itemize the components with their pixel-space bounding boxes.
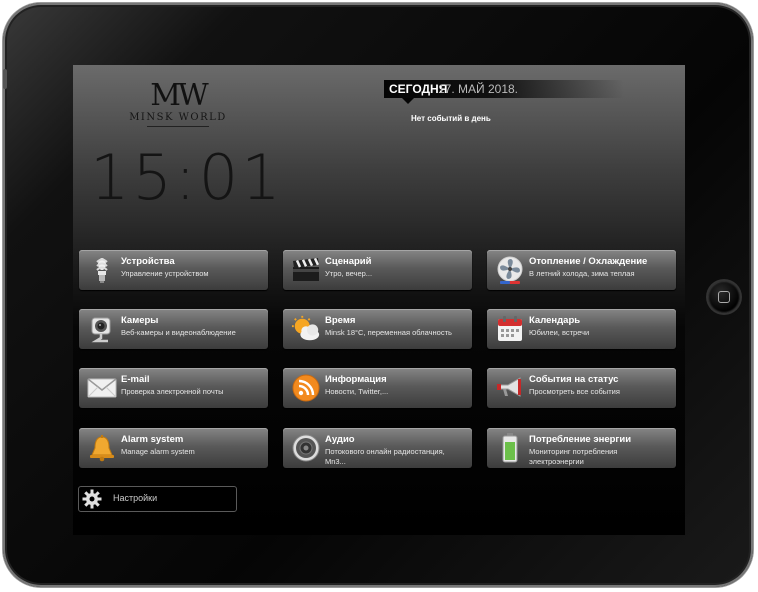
tile-email[interactable]: E-mail Проверка электронной почты bbox=[79, 368, 268, 408]
tile-weather[interactable]: Время Minsk 18°C, переменная облачность bbox=[283, 309, 472, 349]
tile-audio[interactable]: Аудио Потокового онлайн радиостанция, Mn… bbox=[283, 428, 472, 468]
logo-underline bbox=[147, 126, 209, 127]
tile-subtitle: Управление устройством bbox=[121, 269, 209, 278]
gear-icon bbox=[81, 488, 103, 510]
tile-calendar[interactable]: Календарь Юбилеи, встречи bbox=[487, 309, 676, 349]
tile-energy-consumption[interactable]: Потребление энергии Мониторинг потреблен… bbox=[487, 428, 676, 468]
tile-subtitle: Веб-камеры и видеонаблюдение bbox=[121, 328, 236, 337]
tile-information[interactable]: Информация Новости, Twitter,... bbox=[283, 368, 472, 408]
tile-subtitle: Просмотреть все события bbox=[529, 387, 620, 396]
home-button[interactable] bbox=[708, 281, 740, 313]
tile-scenario[interactable]: Сценарий Утро, вечер... bbox=[283, 250, 472, 290]
tile-alarm-system[interactable]: Alarm system Manage alarm system bbox=[79, 428, 268, 468]
camera-icon bbox=[87, 314, 117, 344]
no-events-text: Нет событий в день bbox=[411, 114, 491, 123]
tile-status-events[interactable]: События на статус Просмотреть все событи… bbox=[487, 368, 676, 408]
settings-label: Настройки bbox=[113, 493, 158, 503]
tile-title: Устройства bbox=[121, 256, 175, 267]
battery-icon bbox=[495, 433, 525, 463]
logo: MW MINSK WORLD bbox=[128, 79, 228, 127]
tile-subtitle: Minsk 18°C, переменная облачность bbox=[325, 328, 452, 337]
tile-title: Alarm system bbox=[121, 434, 184, 445]
logo-mark: MW bbox=[150, 78, 209, 113]
tile-subtitle: Потокового онлайн радиостанция, Mn3... bbox=[325, 447, 445, 466]
side-button[interactable] bbox=[3, 69, 7, 89]
speaker-icon bbox=[291, 433, 321, 463]
tile-title: Отопление / Охлаждение bbox=[529, 256, 648, 267]
tile-title: Информация bbox=[325, 374, 387, 385]
lightbulb-icon bbox=[87, 255, 117, 285]
envelope-icon bbox=[87, 373, 117, 403]
tile-subtitle: Manage alarm system bbox=[121, 447, 195, 456]
home-square-icon bbox=[718, 291, 730, 303]
fan-icon bbox=[495, 255, 525, 285]
tile-title: Время bbox=[325, 315, 356, 326]
bell-icon bbox=[87, 433, 117, 463]
tile-title: Календарь bbox=[529, 315, 581, 326]
tile-title: События на статус bbox=[529, 374, 619, 385]
rss-icon bbox=[291, 373, 321, 403]
tile-title: Сценарий bbox=[325, 256, 372, 267]
tile-heating-cooling[interactable]: Отопление / Охлаждение В летний холода, … bbox=[487, 250, 676, 290]
megaphone-icon bbox=[495, 373, 525, 403]
tile-cameras[interactable]: Камеры Веб-камеры и видеонаблюдение bbox=[79, 309, 268, 349]
calendar-date-bar[interactable]: СЕГОДНЯ 17. МАЙ 2018. bbox=[384, 80, 624, 104]
tile-subtitle: Проверка электронной почты bbox=[121, 387, 224, 396]
weather-icon bbox=[291, 314, 321, 344]
tile-subtitle: В летний холода, зима теплая bbox=[529, 269, 635, 278]
date-bar-pointer bbox=[402, 98, 414, 104]
tile-subtitle: Новости, Twitter,... bbox=[325, 387, 389, 396]
clapperboard-icon bbox=[291, 255, 321, 285]
tile-title: Аудио bbox=[325, 434, 355, 445]
calendar-icon bbox=[495, 314, 525, 344]
tile-subtitle: Юбилеи, встречи bbox=[529, 328, 590, 337]
screen: MW MINSK WORLD 15:01 СЕГОДНЯ 17. МАЙ 201… bbox=[73, 65, 685, 535]
clock-time: 15:01 bbox=[90, 141, 284, 214]
settings-button[interactable]: Настройки bbox=[78, 486, 237, 512]
tile-title: Потребление энергии bbox=[529, 434, 632, 445]
tile-subtitle: Утро, вечер... bbox=[325, 269, 373, 278]
current-date: 17. МАЙ 2018. bbox=[438, 82, 519, 96]
tile-devices[interactable]: Устройства Управление устройством bbox=[79, 250, 268, 290]
tile-title: E-mail bbox=[121, 374, 150, 385]
tile-subtitle: Мониторинг потребления электроэнергии bbox=[529, 447, 618, 466]
logo-text: MINSK WORLD bbox=[129, 112, 227, 123]
tile-title: Камеры bbox=[121, 315, 159, 326]
